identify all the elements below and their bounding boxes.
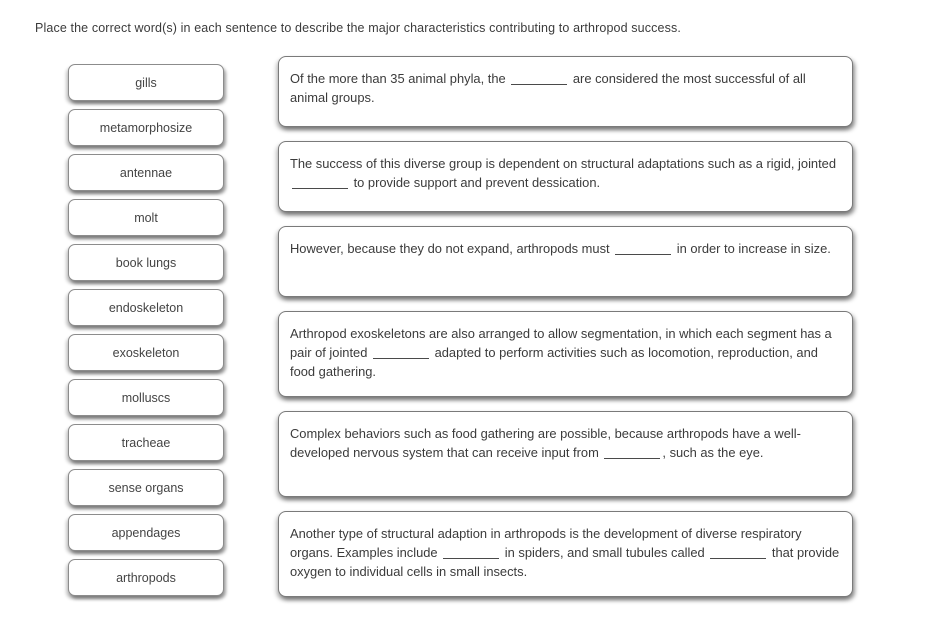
word-chip-label: book lungs bbox=[115, 255, 177, 270]
sentence-text-run: The success of this diverse group is dep… bbox=[290, 156, 837, 171]
sentence-box-6[interactable]: Another type of structural adaption in a… bbox=[278, 511, 853, 597]
sentence-text: However, because they do not expand, art… bbox=[290, 239, 840, 258]
word-chip-label: molluscs bbox=[121, 390, 171, 405]
sentence-2-blank-1[interactable] bbox=[292, 188, 348, 189]
sentence-text: Another type of structural adaption in a… bbox=[290, 524, 840, 581]
word-chip-label: molt bbox=[134, 210, 158, 225]
word-chip-book-lungs[interactable]: book lungs bbox=[68, 244, 224, 281]
sentence-text-run: in spiders, and small tubules called bbox=[501, 545, 709, 560]
word-chip-label: appendages bbox=[111, 525, 181, 540]
sentence-text: Of the more than 35 animal phyla, the ar… bbox=[290, 69, 840, 107]
page-instruction: Place the correct word(s) in each senten… bbox=[35, 21, 681, 35]
sentence-text: Arthropod exoskeletons are also arranged… bbox=[290, 324, 840, 381]
word-chip-label: endoskeleton bbox=[108, 300, 184, 315]
word-chip-endoskeleton[interactable]: endoskeleton bbox=[68, 289, 224, 326]
sentence-box-4[interactable]: Arthropod exoskeletons are also arranged… bbox=[278, 311, 853, 397]
word-chip-molluscs[interactable]: molluscs bbox=[68, 379, 224, 416]
sentence-list: Of the more than 35 animal phyla, the ar… bbox=[278, 56, 853, 611]
sentence-3-blank-1[interactable] bbox=[615, 254, 672, 255]
sentence-text-run: However, because they do not expand, art… bbox=[290, 241, 614, 256]
word-chip-label: exoskeleton bbox=[112, 345, 180, 360]
word-chip-arthropods[interactable]: arthropods bbox=[68, 559, 224, 596]
sentence-text-run: Of the more than 35 animal phyla, the bbox=[290, 71, 510, 86]
word-chip-appendages[interactable]: appendages bbox=[68, 514, 224, 551]
word-chip-label: gills bbox=[135, 75, 157, 90]
sentence-5-blank-1[interactable] bbox=[604, 458, 661, 459]
word-chip-label: sense organs bbox=[108, 480, 184, 495]
word-chip-gills[interactable]: gills bbox=[68, 64, 224, 101]
word-bank: gills metamorphosize antennae molt book lung… bbox=[68, 64, 224, 604]
word-chip-label: tracheae bbox=[121, 435, 171, 450]
word-chip-sense-organs[interactable]: sense organs bbox=[68, 469, 224, 506]
sentence-text-run: to provide support and prevent dessicati… bbox=[350, 175, 601, 190]
word-chip-label: antennae bbox=[119, 165, 173, 180]
sentence-box-1[interactable]: Of the more than 35 animal phyla, the ar… bbox=[278, 56, 853, 127]
word-chip-label: arthropods bbox=[116, 570, 176, 585]
sentence-6-blank-1[interactable] bbox=[443, 558, 500, 559]
word-chip-molt[interactable]: molt bbox=[68, 199, 224, 236]
word-chip-label: metamorphosize bbox=[99, 120, 193, 135]
sentence-4-blank-1[interactable] bbox=[372, 358, 429, 359]
sentence-text-run: , such as the eye. bbox=[662, 445, 764, 460]
word-chip-tracheae[interactable]: tracheae bbox=[68, 424, 224, 461]
sentence-box-3[interactable]: However, because they do not expand, art… bbox=[278, 226, 853, 297]
word-chip-metamorphosize[interactable]: metamorphosize bbox=[68, 109, 224, 146]
word-chip-exoskeleton[interactable]: exoskeleton bbox=[68, 334, 224, 371]
sentence-6-blank-2[interactable] bbox=[710, 558, 767, 559]
sentence-text: Complex behaviors such as food gathering… bbox=[290, 424, 840, 462]
sentence-1-blank-1[interactable] bbox=[511, 84, 568, 85]
sentence-box-5[interactable]: Complex behaviors such as food gathering… bbox=[278, 411, 853, 497]
sentence-text: The success of this diverse group is dep… bbox=[290, 154, 840, 192]
sentence-box-2[interactable]: The success of this diverse group is dep… bbox=[278, 141, 853, 212]
word-chip-antennae[interactable]: antennae bbox=[68, 154, 224, 191]
sentence-text-run: in order to increase in size. bbox=[673, 241, 831, 256]
